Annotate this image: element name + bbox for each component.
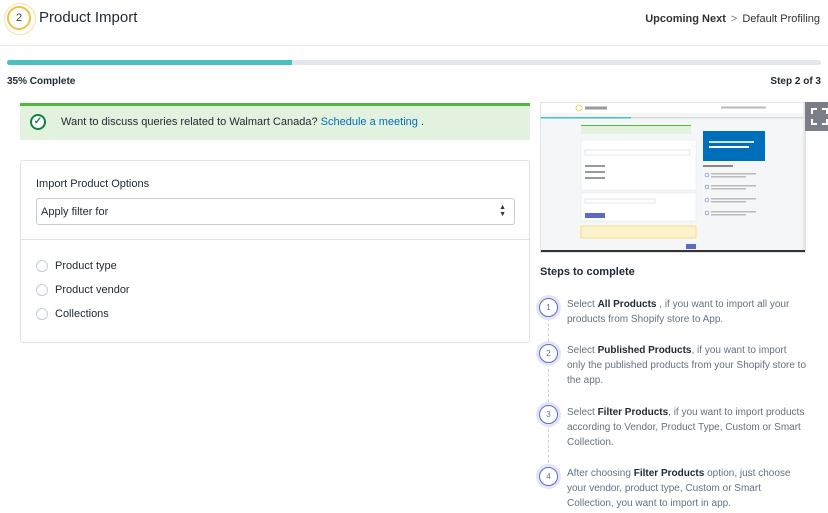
banner-message: Want to discuss queries related to Walma…: [61, 116, 424, 128]
radio-label: Product type: [55, 260, 117, 272]
info-banner: ✓ Want to discuss queries related to Wal…: [20, 103, 530, 140]
step-number-badge: 2: [4, 3, 36, 35]
steps-timeline-line: [548, 308, 549, 478]
card-divider: [21, 239, 529, 240]
radio-product-vendor[interactable]: Product vendor: [36, 283, 130, 297]
radio-button[interactable]: [36, 284, 48, 296]
radio-product-type[interactable]: Product type: [36, 259, 117, 273]
step-text-4: After choosing Filter Products option, j…: [567, 468, 791, 509]
upcoming-next-nav[interactable]: Upcoming Next > Default Profiling: [645, 13, 820, 25]
step-text-2: Select Published Products, if you want t…: [567, 345, 807, 386]
steps-title: Steps to complete: [540, 266, 635, 278]
filter-select[interactable]: Apply filter for ▲ ▼: [36, 198, 515, 225]
radio-collections[interactable]: Collections: [36, 307, 109, 321]
banner-text: Want to discuss queries related to Walma…: [61, 116, 318, 128]
preview-screenshot-image: [541, 103, 805, 252]
filter-select-value: Apply filter for: [41, 206, 109, 218]
banner-suffix: .: [420, 116, 425, 128]
progress-percent-label: 35% Complete: [7, 76, 76, 87]
import-options-label: Import Product Options: [36, 178, 150, 190]
import-options-card: Import Product Options Apply filter for …: [20, 160, 530, 343]
video-progress-line: [541, 250, 805, 252]
upcoming-label: Upcoming Next: [645, 13, 726, 25]
expand-icon[interactable]: [805, 102, 828, 131]
radio-label: Product vendor: [55, 284, 130, 296]
schedule-meeting-link[interactable]: Schedule a meeting: [321, 116, 418, 128]
step-count-label: Step 2 of 3: [770, 76, 821, 87]
step-number-1: 1: [539, 298, 558, 317]
check-circle-icon: ✓: [30, 114, 46, 130]
step-text-3: Select Filter Products, if you want to i…: [567, 407, 805, 448]
progress-bar-fill: [7, 60, 292, 65]
tutorial-video-preview[interactable]: [540, 102, 806, 253]
radio-label: Collections: [55, 308, 109, 320]
upcoming-step-name: Default Profiling: [742, 13, 820, 25]
radio-button[interactable]: [36, 308, 48, 320]
step-number-4: 4: [539, 467, 558, 486]
progress-bar: [7, 60, 821, 65]
page-title: Product Import: [39, 9, 138, 26]
radio-button[interactable]: [36, 260, 48, 272]
page-header: 2 Product Import Upcoming Next > Default P…: [0, 0, 828, 46]
chevron-right-icon: >: [730, 13, 738, 25]
select-arrows-icon: ▲ ▼: [499, 204, 506, 218]
step-text-1: Select All Products , if you want to imp…: [567, 299, 790, 325]
step-number-3: 3: [539, 405, 558, 424]
step-number-2: 2: [539, 344, 558, 363]
